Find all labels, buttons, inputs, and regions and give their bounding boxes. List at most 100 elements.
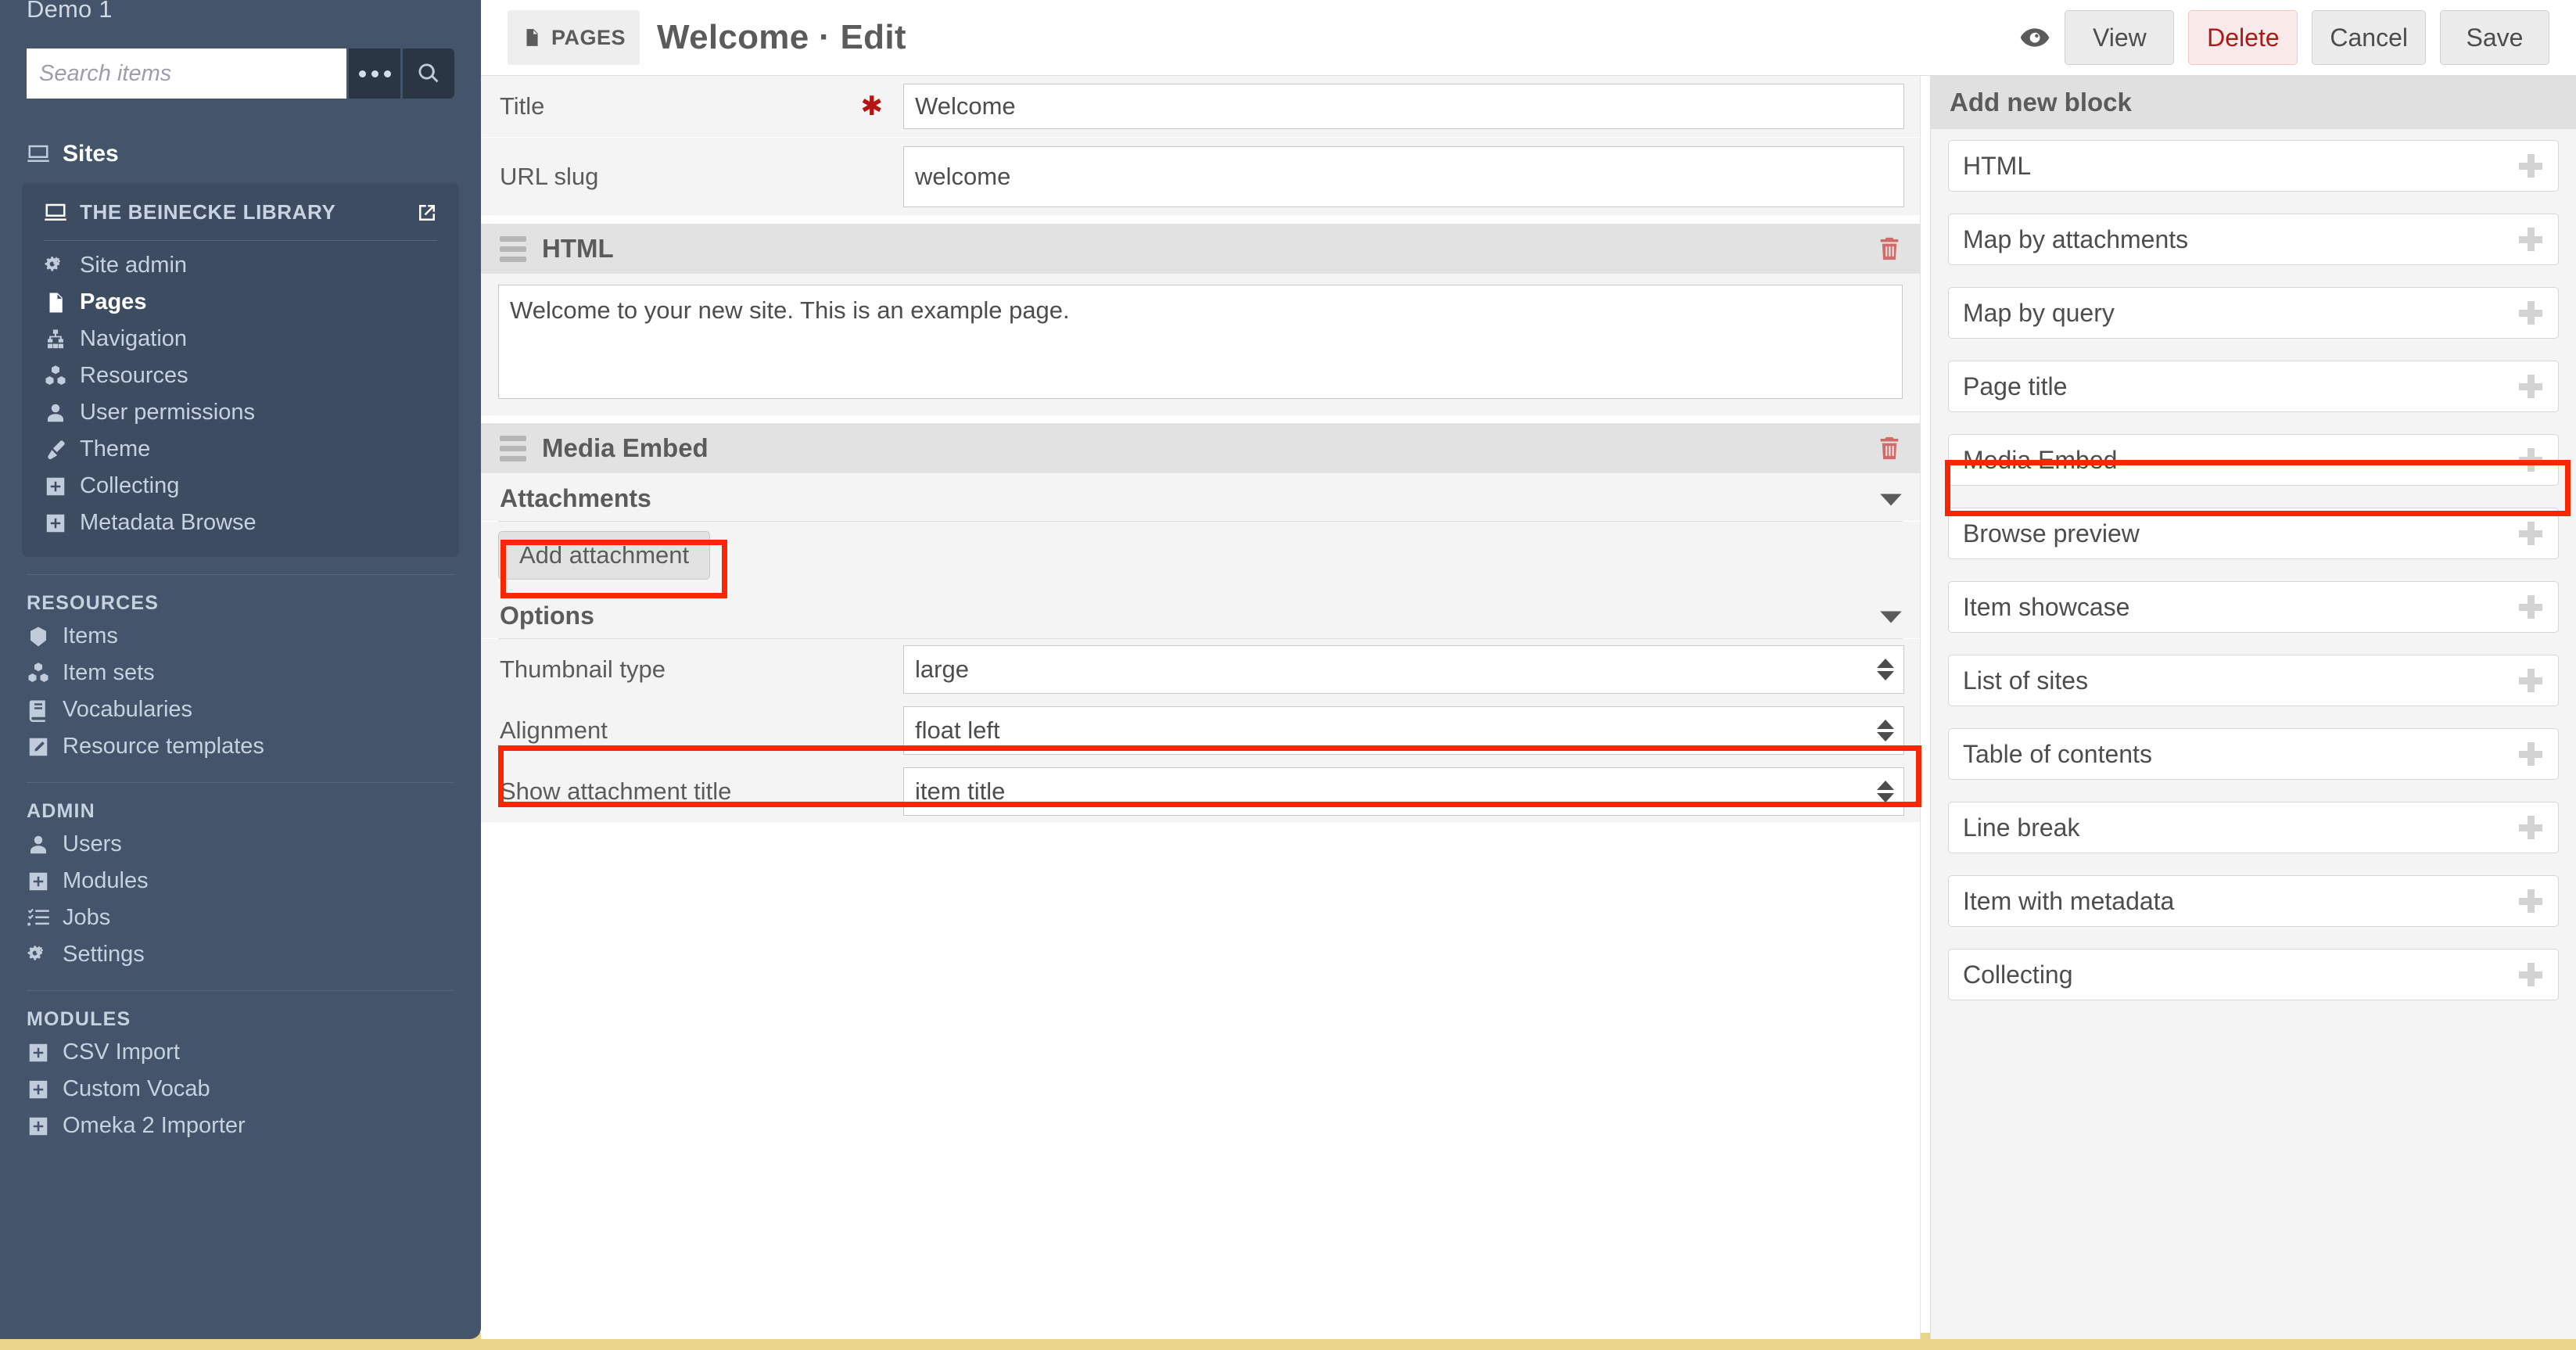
slug-field-row: URL slug: [481, 138, 1920, 216]
sidebar-item-theme[interactable]: Theme: [22, 431, 459, 468]
block-type-media-embed[interactable]: Media Embed: [1948, 434, 2559, 486]
trash-icon[interactable]: [1876, 435, 1903, 461]
sitemap-icon: [44, 328, 67, 351]
block-type-html[interactable]: HTML: [1948, 140, 2559, 192]
slug-input[interactable]: [903, 145, 1904, 207]
sidebar-item-omeka-2-importer[interactable]: Omeka 2 Importer: [0, 1108, 481, 1144]
breadcrumb-label: PAGES: [551, 25, 626, 49]
eye-icon[interactable]: [2019, 22, 2050, 53]
thumbnail-type-select[interactable]: large: [903, 645, 1904, 694]
sidebar-item-label: Vocabularies: [63, 697, 193, 722]
block-type-table-of-contents[interactable]: Table of contents: [1948, 728, 2559, 780]
sidebar-item-navigation[interactable]: Navigation: [22, 321, 459, 357]
block-type-line-break[interactable]: Line break: [1948, 802, 2559, 853]
save-button[interactable]: Save: [2440, 10, 2549, 65]
search-button[interactable]: [403, 48, 454, 99]
plus-icon: [2519, 669, 2542, 692]
block-type-item-with-metadata[interactable]: Item with metadata: [1948, 875, 2559, 927]
monitor-icon: [27, 142, 50, 166]
title-field-value-cell: [903, 76, 1920, 137]
title-field-row: Title ✱: [481, 76, 1920, 138]
spinner-icon: [1877, 781, 1894, 802]
block-header-media-embed: Media Embed: [481, 423, 1920, 473]
sidebar-item-collecting[interactable]: Collecting: [22, 468, 459, 504]
gears-icon: [44, 254, 67, 278]
sidebar-item-site[interactable]: THE BEINECKE LIBRARY: [22, 194, 459, 231]
sidebar-item-csv-import[interactable]: CSV Import: [0, 1034, 481, 1071]
cubes-icon: [27, 662, 50, 685]
topbar-actions: View Delete Cancel Save: [2019, 10, 2576, 65]
sidebar-item-item-sets[interactable]: Item sets: [0, 655, 481, 691]
plus-square-icon: [44, 512, 67, 535]
breadcrumb-pages-badge[interactable]: PAGES: [508, 10, 640, 65]
sidebar-item-metadata-browse[interactable]: Metadata Browse: [22, 504, 459, 541]
sidebar-divider: [44, 240, 437, 241]
sidebar-item-label: Metadata Browse: [80, 510, 257, 535]
block-type-map-by-query[interactable]: Map by query: [1948, 287, 2559, 339]
block-type-label: List of sites: [1963, 666, 2089, 695]
delete-button[interactable]: Delete: [2188, 10, 2298, 65]
sidebar-item-pages[interactable]: Pages: [22, 284, 459, 321]
cancel-button[interactable]: Cancel: [2312, 10, 2426, 65]
block-type-label: HTML: [1963, 151, 2032, 180]
sidebar-item-resource-templates[interactable]: Resource templates: [0, 728, 481, 765]
show-attachment-title-select[interactable]: item title: [903, 767, 1904, 816]
attachments-heading: Attachments: [500, 484, 651, 512]
cubes-icon: [44, 364, 67, 388]
options-section-toggle[interactable]: Options: [481, 591, 1920, 638]
block-type-label: Media Embed: [1963, 445, 2118, 474]
sidebar-item-site-admin[interactable]: Site admin: [22, 247, 459, 284]
slug-field-label: URL slug: [500, 162, 599, 190]
advanced-search-button[interactable]: [349, 48, 400, 99]
block-type-page-title[interactable]: Page title: [1948, 361, 2559, 412]
plus-square-icon: [27, 1078, 50, 1101]
sidebar-item-settings[interactable]: Settings: [0, 936, 481, 973]
show-attachment-title-value: item title: [915, 777, 1006, 805]
sidebar-item-label: Omeka 2 Importer: [63, 1113, 246, 1138]
plus-icon: [2519, 448, 2542, 472]
block-type-collecting[interactable]: Collecting: [1948, 949, 2559, 1000]
sidebar-item-jobs[interactable]: Jobs: [0, 899, 481, 936]
attachments-section-toggle[interactable]: Attachments: [481, 473, 1920, 521]
block-type-label: Item with metadata: [1963, 886, 2175, 915]
sidebar-item-resources[interactable]: Resources: [22, 357, 459, 394]
sidebar-item-custom-vocab[interactable]: Custom Vocab: [0, 1071, 481, 1108]
trash-icon[interactable]: [1876, 235, 1903, 262]
sidebar-item-users[interactable]: Users: [0, 826, 481, 863]
block-type-label: Line break: [1963, 813, 2080, 842]
search-input[interactable]: [27, 48, 346, 99]
block-type-map-by-attachments[interactable]: Map by attachments: [1948, 214, 2559, 265]
block-type-label: Page title: [1963, 372, 2068, 400]
plus-square-icon: [27, 1115, 50, 1138]
drag-handle-icon[interactable]: [500, 435, 526, 461]
add-attachment-button[interactable]: Add attachment: [498, 531, 711, 580]
sidebar-category-resources: RESOURCES: [27, 592, 160, 614]
sidebar-item-label: Collecting: [80, 473, 180, 498]
external-link-icon[interactable]: [415, 201, 439, 224]
drag-handle-icon[interactable]: [500, 235, 526, 262]
block-body-html: [481, 274, 1920, 415]
sidebar-item-items[interactable]: Items: [0, 618, 481, 655]
view-button[interactable]: View: [2065, 10, 2175, 65]
monitor-icon: [44, 201, 67, 224]
alignment-select[interactable]: float left: [903, 706, 1904, 755]
plus-square-icon: [27, 870, 50, 893]
thumbnail-type-label: Thumbnail type: [500, 655, 666, 683]
title-input[interactable]: [903, 84, 1904, 129]
gears-icon: [27, 943, 50, 967]
thumbnail-type-row: Thumbnail type large: [481, 639, 1920, 700]
plus-icon: [2519, 889, 2542, 913]
block-type-browse-preview[interactable]: Browse preview: [1948, 508, 2559, 559]
user-icon: [44, 401, 67, 425]
plus-icon: [2519, 742, 2542, 766]
block-type-list-of-sites[interactable]: List of sites: [1948, 655, 2559, 706]
show-attachment-title-label: Show attachment title: [500, 777, 732, 805]
sidebar-item-vocabularies[interactable]: Vocabularies: [0, 691, 481, 728]
block-type-item-showcase[interactable]: Item showcase: [1948, 581, 2559, 633]
add-new-block-panel: Add new block HTML Map by attachments Ma…: [1930, 76, 2576, 1339]
title-field-label-cell: Title ✱: [481, 76, 903, 137]
sidebar-item-user-permissions[interactable]: User permissions: [22, 394, 459, 431]
show-attachment-title-row: Show attachment title item title: [481, 761, 1920, 822]
sidebar-item-modules[interactable]: Modules: [0, 863, 481, 899]
html-block-textarea[interactable]: [498, 285, 1903, 399]
